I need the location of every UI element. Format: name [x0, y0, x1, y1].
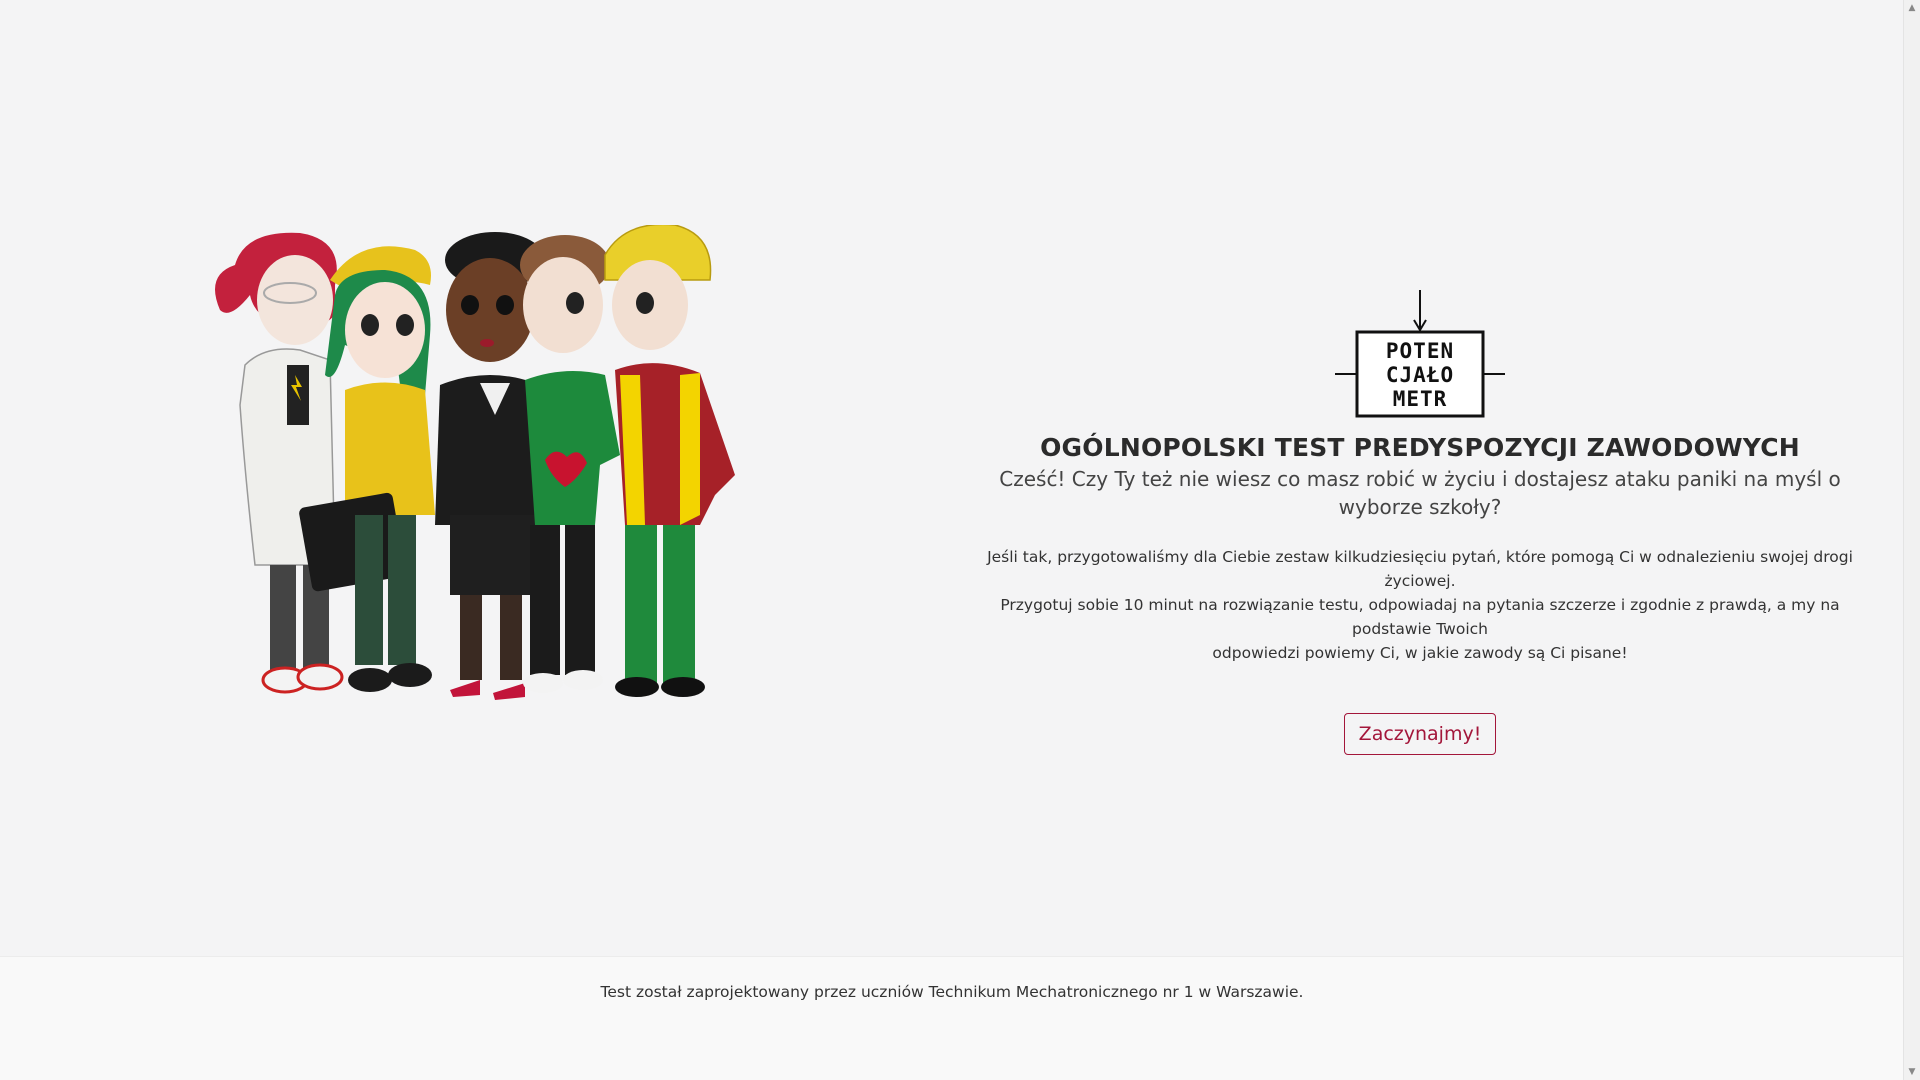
logo-line-1: POTEN [1386, 339, 1454, 363]
scientist-figure [215, 232, 344, 694]
page: POTEN CJAŁO METR OGÓLNOPOLSKI TEST PREDY… [0, 0, 1920, 1080]
logo-line-2: CJAŁO [1386, 363, 1454, 387]
caregiver-figure [520, 235, 620, 693]
description-line: Jeśli tak, przygotowaliśmy dla Ciebie ze… [987, 548, 1853, 591]
scroll-down-arrow-icon[interactable]: ▼ [1907, 1067, 1917, 1077]
potencjalometr-logo: POTEN CJAŁO METR [1335, 290, 1505, 418]
main-section: POTEN CJAŁO METR OGÓLNOPOLSKI TEST PREDY… [0, 0, 1904, 956]
start-test-button[interactable]: Zaczynajmy! [1343, 713, 1497, 756]
hero-description: Jeśli tak, przygotowaliśmy dla Ciebie ze… [970, 545, 1870, 665]
description-line: odpowiedzi powiemy Ci, w jakie zawody są… [1212, 644, 1628, 663]
intro-content: POTEN CJAŁO METR OGÓLNOPOLSKI TEST PREDY… [960, 290, 1880, 756]
scroll-up-arrow-icon[interactable]: ▲ [1907, 3, 1917, 13]
professions-illustration [215, 225, 735, 700]
page-title: OGÓLNOPOLSKI TEST PREDYSPOZYCJI ZAWODOWY… [1040, 433, 1800, 462]
footer: Test został zaprojektowany przez uczniów… [0, 956, 1904, 1080]
description-line: Przygotuj sobie 10 minut na rozwiązanie … [1000, 596, 1840, 639]
vertical-scrollbar[interactable]: ▲ ▼ [1903, 0, 1920, 1080]
logo-line-3: METR [1393, 387, 1448, 411]
footer-credit: Test został zaprojektowany przez uczniów… [600, 983, 1304, 1001]
builder-figure [604, 225, 735, 697]
hero-subtitle: Cześć! Czy Ty też nie wiesz co masz robi… [999, 467, 1841, 520]
